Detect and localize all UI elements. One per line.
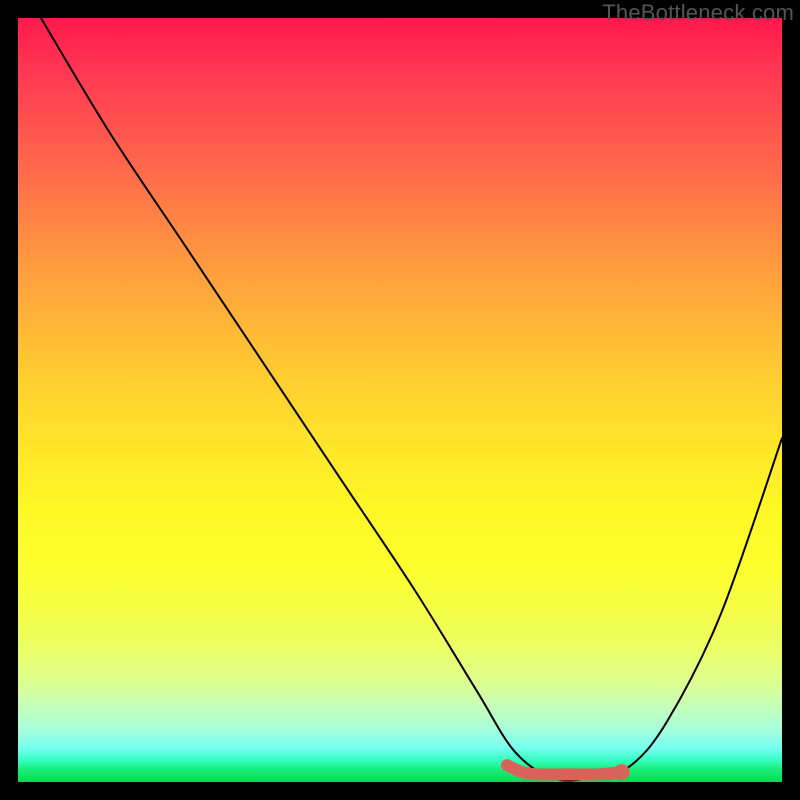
optimal-range-endpoint	[614, 764, 630, 780]
bottleneck-curve-path	[41, 18, 782, 781]
chart-svg	[18, 18, 782, 782]
optimal-range-highlight	[507, 765, 622, 774]
watermark-text: TheBottleneck.com	[602, 0, 794, 26]
